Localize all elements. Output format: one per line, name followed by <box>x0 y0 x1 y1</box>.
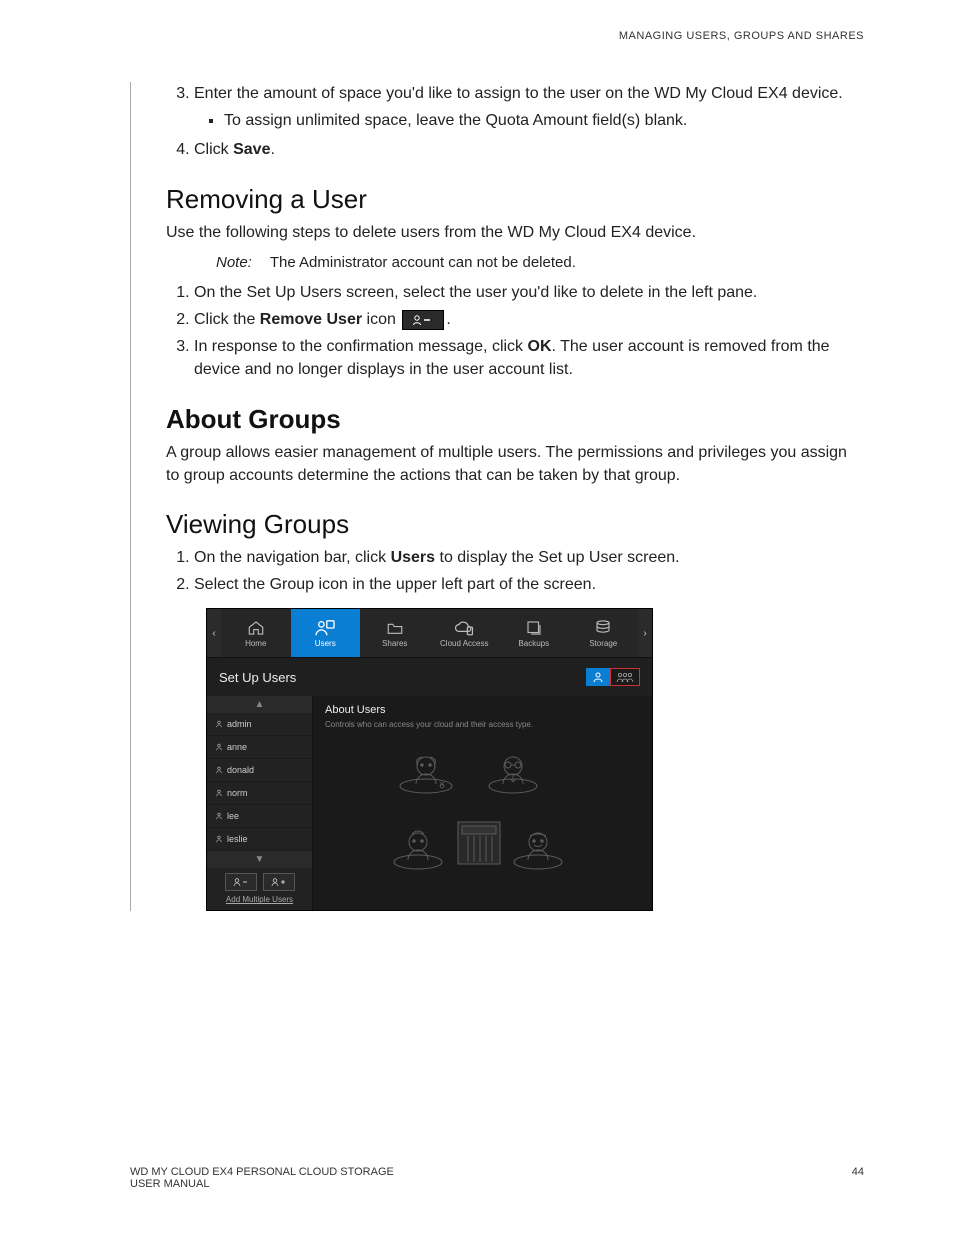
nav-home[interactable]: Home <box>221 609 291 657</box>
removing-step-1: On the Set Up Users screen, select the u… <box>194 281 864 304</box>
remove-user-button[interactable] <box>225 873 257 891</box>
toggle-user-icon[interactable] <box>586 668 610 686</box>
footer-title: WD MY CLOUD EX4 PERSONAL CLOUD STORAGE <box>130 1166 394 1178</box>
user-name: lee <box>227 811 239 821</box>
nav-users[interactable]: Users <box>291 609 361 657</box>
toggle-group-icon[interactable] <box>610 668 640 686</box>
removing-step-2-d: . <box>446 311 450 328</box>
removing-steps: On the Set Up Users screen, select the u… <box>166 281 864 382</box>
scroll-down-icon[interactable]: ▼ <box>207 851 312 868</box>
heading-removing-user: Removing a User <box>166 184 864 215</box>
viewing-step-1-a: On the navigation bar, click <box>194 549 391 566</box>
user-row[interactable]: lee <box>207 805 312 828</box>
viewing-step-1-c: to display the Set up User screen. <box>435 549 680 566</box>
remove-user-icon <box>402 310 444 330</box>
about-intro: A group allows easier management of mult… <box>166 441 864 487</box>
nav-shares[interactable]: Shares <box>360 609 430 657</box>
heading-viewing-groups: Viewing Groups <box>166 509 864 540</box>
removing-intro: Use the following steps to delete users … <box>166 221 864 244</box>
users-illustration <box>325 739 640 889</box>
user-list: admin anne donald norm lee leslie <box>207 713 312 851</box>
add-multiple-users-link[interactable]: Add Multiple Users <box>207 893 312 910</box>
nav-bar: ‹ Home Users Shares Cloud Access <box>207 609 652 658</box>
step-3-text: Enter the amount of space you'd like to … <box>194 85 843 102</box>
user-name: anne <box>227 742 247 752</box>
add-user-button[interactable] <box>263 873 295 891</box>
removing-step-2-a: Click the <box>194 311 260 328</box>
scroll-up-icon[interactable]: ▲ <box>207 696 312 713</box>
note-row: Note: The Administrator account can not … <box>216 254 864 271</box>
removing-step-3-b: OK <box>528 338 552 355</box>
page-number: 44 <box>852 1166 864 1190</box>
user-row[interactable]: donald <box>207 759 312 782</box>
step-4-bold: Save <box>233 141 270 158</box>
user-name: donald <box>227 765 254 775</box>
nav-storage-label: Storage <box>589 639 617 648</box>
nav-home-label: Home <box>245 639 266 648</box>
page-header: MANAGING USERS, GROUPS AND SHARES <box>130 30 864 42</box>
setup-title: Set Up Users <box>219 670 296 685</box>
nav-next-icon[interactable]: › <box>638 609 652 657</box>
heading-about-groups: About Groups <box>166 404 864 435</box>
user-row[interactable]: anne <box>207 736 312 759</box>
removing-step-2-c: icon <box>362 311 400 328</box>
user-row[interactable]: admin <box>207 713 312 736</box>
viewing-step-2: Select the Group icon in the upper left … <box>194 573 864 596</box>
app-screenshot: ‹ Home Users Shares Cloud Access <box>206 608 653 911</box>
nav-backups[interactable]: Backups <box>499 609 569 657</box>
panel-subtitle: Controls who can access your cloud and t… <box>325 720 640 729</box>
footer-subtitle: USER MANUAL <box>130 1178 394 1190</box>
user-row[interactable]: leslie <box>207 828 312 851</box>
nav-storage[interactable]: Storage <box>569 609 639 657</box>
nav-shares-label: Shares <box>382 639 407 648</box>
step-4-suffix: . <box>270 141 274 158</box>
user-name: admin <box>227 719 252 729</box>
removing-step-3-a: In response to the confirmation message,… <box>194 338 528 355</box>
nav-backups-label: Backups <box>518 639 549 648</box>
nav-cloud-label: Cloud Access <box>440 639 488 648</box>
step-4-prefix: Click <box>194 141 233 158</box>
user-group-toggle[interactable] <box>586 668 640 686</box>
step-3-bullet: To assign unlimited space, leave the Quo… <box>224 109 864 132</box>
viewing-step-1-b: Users <box>391 549 435 566</box>
nav-cloud-access[interactable]: Cloud Access <box>430 609 500 657</box>
about-users-panel: About Users Controls who can access your… <box>313 696 652 910</box>
page-footer: WD MY CLOUD EX4 PERSONAL CLOUD STORAGE U… <box>130 1166 864 1190</box>
steps-continued: Enter the amount of space you'd like to … <box>166 82 864 162</box>
nav-prev-icon[interactable]: ‹ <box>207 609 221 657</box>
user-name: norm <box>227 788 248 798</box>
user-row[interactable]: norm <box>207 782 312 805</box>
user-sidebar: ▲ admin anne donald norm lee leslie ▼ <box>207 696 313 910</box>
note-label: Note: <box>216 254 252 271</box>
user-name: leslie <box>227 834 248 844</box>
note-text: The Administrator account can not be del… <box>270 254 576 271</box>
viewing-steps: On the navigation bar, click Users to di… <box>166 546 864 596</box>
nav-users-label: Users <box>315 639 336 648</box>
panel-title: About Users <box>325 704 640 716</box>
removing-step-2-b: Remove User <box>260 311 362 328</box>
